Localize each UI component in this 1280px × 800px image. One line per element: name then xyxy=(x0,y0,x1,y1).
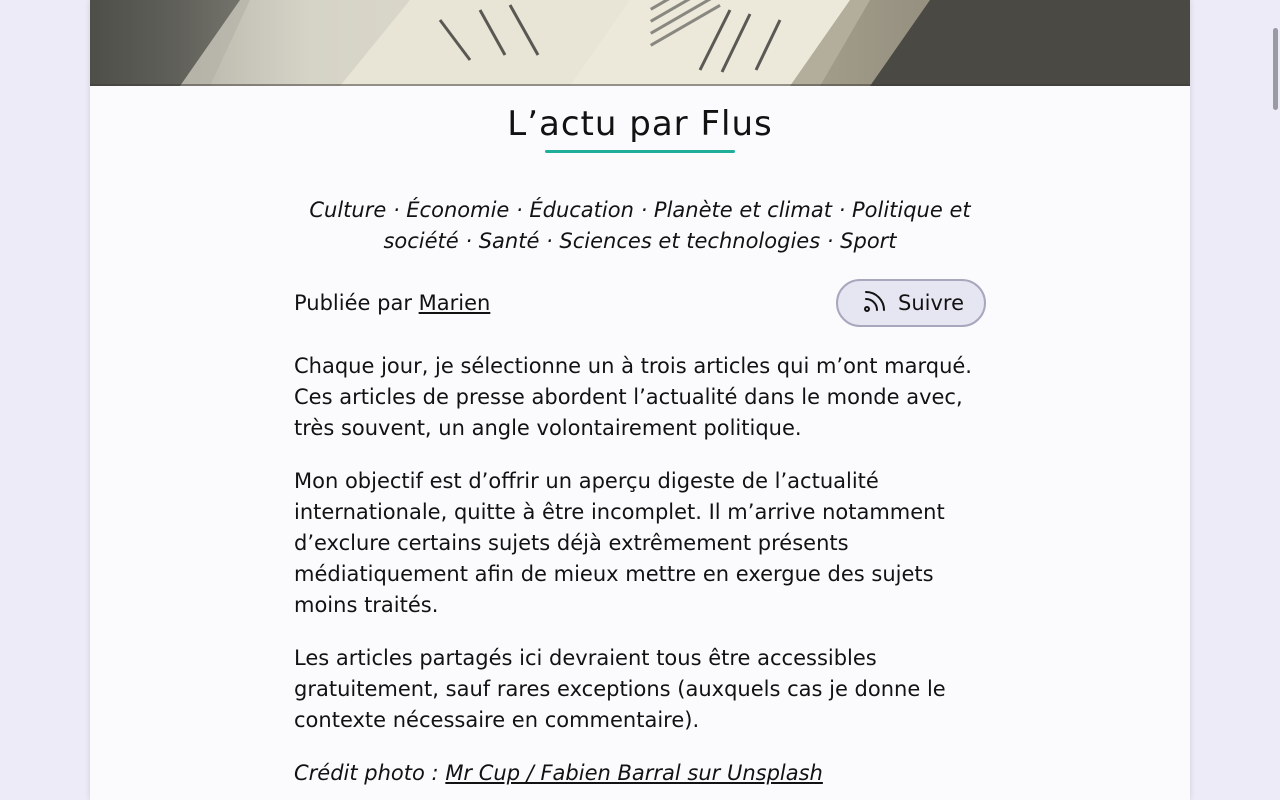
collection-banner-image xyxy=(90,0,1190,86)
author-link[interactable]: Marien xyxy=(419,291,491,315)
follow-button[interactable]: Suivre xyxy=(836,279,986,327)
collection-title: L’actu par Flus xyxy=(507,104,773,144)
photo-credit-label: Crédit photo : xyxy=(294,761,439,785)
collection-content: L’actu par Flus Culture · Économie · Édu… xyxy=(294,86,986,789)
description-paragraph: Mon objectif est d’offrir un aperçu dige… xyxy=(294,469,945,617)
publisher-line: Publiée par Marien xyxy=(294,291,490,315)
published-by-label: Publiée par xyxy=(294,291,412,315)
description-paragraph: Chaque jour, je sélectionne un à trois a… xyxy=(294,354,972,440)
rss-feed-icon xyxy=(862,288,888,319)
photo-credit: Crédit photo : Mr Cup / Fabien Barral su… xyxy=(294,758,986,789)
scrollbar-thumb[interactable] xyxy=(1273,28,1278,110)
description-paragraph: Les articles partagés ici devraient tous… xyxy=(294,646,946,732)
title-underline xyxy=(545,150,735,153)
collection-topics: Culture · Économie · Éducation · Planète… xyxy=(309,198,971,253)
follow-label: Suivre xyxy=(898,291,964,315)
publisher-row: Publiée par Marien Suivre xyxy=(294,279,986,327)
photo-credit-link[interactable]: Mr Cup / Fabien Barral sur Unsplash xyxy=(445,761,823,785)
collection-card: L’actu par Flus Culture · Économie · Édu… xyxy=(90,0,1190,800)
